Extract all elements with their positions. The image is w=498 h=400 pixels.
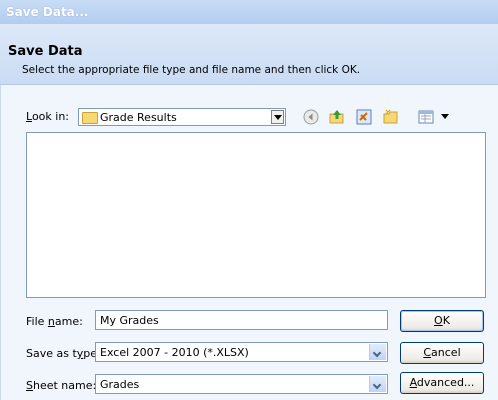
folder-icon — [82, 112, 98, 124]
dropdown-arrow-icon[interactable] — [271, 110, 284, 124]
views-dropdown-icon[interactable] — [441, 114, 449, 120]
look-in-value: Grade Results — [100, 111, 177, 124]
new-folder-icon[interactable] — [382, 108, 400, 126]
title-bar: Save Data... — [0, 0, 498, 24]
delete-icon[interactable] — [355, 108, 373, 126]
save-as-type-label: Save as type: — [26, 347, 101, 360]
look-in-dropdown[interactable]: Grade Results — [78, 108, 286, 126]
back-icon[interactable] — [302, 108, 320, 126]
sheet-name-value: Grades — [100, 378, 140, 391]
sheet-name-dropdown[interactable]: Grades — [95, 374, 388, 394]
chevron-down-icon[interactable] — [369, 344, 386, 360]
window-title: Save Data... — [6, 5, 89, 19]
advanced-button[interactable]: Advanced... — [400, 372, 484, 394]
header-title: Save Data — [8, 44, 83, 59]
save-as-type-dropdown[interactable]: Excel 2007 - 2010 (*.XLSX) — [95, 342, 388, 362]
file-name-value: My Grades — [100, 314, 159, 327]
dialog-header: Save Data Select the appropriate file ty… — [0, 24, 498, 85]
views-icon[interactable] — [418, 108, 436, 126]
chevron-down-icon[interactable] — [369, 376, 386, 392]
sheet-name-label: Sheet name: — [26, 379, 97, 392]
header-subtitle: Select the appropriate file type and fil… — [22, 64, 361, 76]
cancel-button[interactable]: Cancel — [400, 342, 484, 364]
look-in-label: Look in: — [26, 110, 69, 123]
ok-button[interactable]: OK — [400, 310, 484, 332]
file-name-field[interactable]: My Grades — [95, 310, 388, 330]
up-folder-icon[interactable] — [328, 108, 346, 126]
file-name-label: File name: — [26, 315, 83, 328]
save-as-type-value: Excel 2007 - 2010 (*.XLSX) — [100, 346, 249, 359]
file-list[interactable] — [26, 132, 486, 298]
